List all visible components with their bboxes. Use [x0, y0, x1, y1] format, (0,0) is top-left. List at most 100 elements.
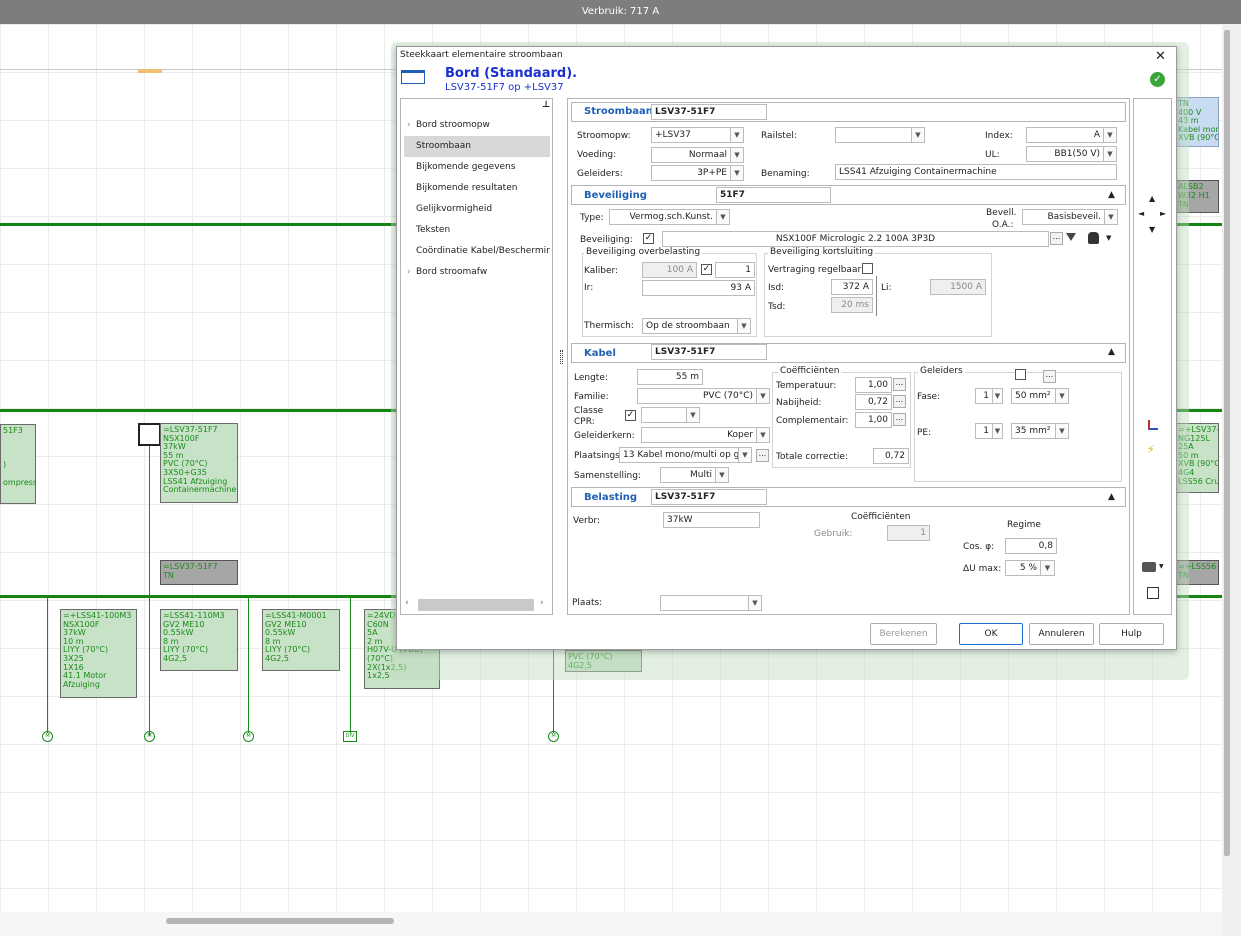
circuit-box[interactable]: =LSV37-51F7 TN — [160, 560, 238, 585]
cpr-checkbox[interactable]: ✓ — [625, 410, 636, 421]
beveiliging-checkbox[interactable]: ✓ — [643, 233, 654, 244]
more-button[interactable]: ... — [1043, 370, 1056, 383]
index-select[interactable]: A — [1026, 127, 1104, 143]
bevoa-select[interactable]: Basisbeveil. — [1022, 209, 1105, 225]
plaats-select[interactable] — [660, 595, 749, 611]
geleiders-select[interactable]: 3P+PE — [651, 165, 731, 181]
circuit-box[interactable]: 51F3 ) ompresso — [0, 424, 36, 504]
nav-bord-stroomafw[interactable]: Bord stroomafw — [404, 262, 550, 283]
pin-icon[interactable]: ⊥ — [542, 100, 550, 110]
temp-field[interactable]: 1,00 — [855, 377, 892, 393]
horizontal-scrollbar[interactable] — [0, 912, 1222, 936]
type-select[interactable]: Vermog.sch.Kunst. — [609, 209, 717, 225]
pe-count[interactable]: 1 — [975, 423, 993, 439]
ok-button[interactable]: OK — [959, 623, 1023, 645]
motor-icon[interactable]: M — [243, 731, 254, 742]
arrow-right-icon[interactable]: ► — [1160, 209, 1166, 218]
collapse-icon[interactable]: ▲ — [1108, 347, 1115, 357]
isd-field[interactable]: 372 A — [831, 279, 873, 295]
motor-icon[interactable]: M — [548, 731, 559, 742]
nav-bijkomende-resultaten[interactable]: Bijkomende resultaten — [404, 178, 550, 199]
nav-bijkomende-gegevens[interactable]: Bijkomende gegevens — [404, 157, 550, 178]
familie-select[interactable]: PVC (70°C) — [637, 388, 757, 404]
nav-coordinatie[interactable]: Coördinatie Kabel/Bescherming — [404, 241, 550, 262]
spinner-icon[interactable]: ▼ — [1041, 560, 1055, 576]
totaal-field[interactable]: 0,72 — [873, 448, 909, 464]
berekenen-button[interactable]: Berekenen — [870, 623, 937, 645]
chevron-down-icon[interactable]: ▼ — [1106, 234, 1111, 242]
spinner-icon[interactable]: ▼ — [993, 388, 1003, 404]
tsd-field[interactable]: 20 ms — [831, 297, 873, 313]
splitter-handle[interactable] — [560, 350, 563, 364]
motor-icon[interactable]: M — [144, 731, 155, 742]
beveiliging-device-field[interactable]: NSX100F Micrologic 2.2 100A 3P3D — [662, 231, 1049, 247]
kabel-name-field[interactable]: LSV37-51F7 — [651, 344, 767, 360]
arrow-down-icon[interactable]: ▼ — [1149, 225, 1155, 234]
more-button[interactable]: ... — [1050, 232, 1063, 245]
nav-scroll-thumb[interactable] — [418, 599, 534, 611]
more-button[interactable]: ... — [756, 449, 769, 462]
nav-stroombaan[interactable]: Stroombaan — [404, 136, 550, 157]
circuit-box[interactable]: =LSS41-110M3 GV2 ME10 0.55kW 8 m LIYY (7… — [160, 609, 238, 671]
fase-select[interactable]: 50 mm² — [1011, 388, 1056, 404]
chevron-down-icon[interactable]: ▼ — [687, 407, 700, 423]
arrow-up-icon[interactable]: ▲ — [1149, 194, 1155, 203]
close-icon[interactable]: ✕ — [1155, 49, 1166, 64]
voeding-select[interactable]: Normaal — [651, 147, 731, 163]
plaatsing-select[interactable]: 13 Kabel mono/multi op g — [619, 447, 739, 463]
chevron-down-icon[interactable]: ▼ — [749, 595, 762, 611]
nav-gelijkvormigheid[interactable]: Gelijkvormigheid — [404, 199, 550, 220]
chevron-down-icon[interactable]: ▼ — [1159, 563, 1164, 570]
horizontal-scroll-thumb[interactable] — [166, 918, 394, 924]
kaliber-count-field[interactable]: 1 — [715, 262, 755, 278]
chevron-down-icon[interactable]: ▼ — [731, 147, 744, 163]
railstel-select[interactable] — [835, 127, 912, 143]
chart-icon[interactable] — [1148, 420, 1158, 430]
div-icon[interactable]: DIV — [343, 731, 357, 742]
geleiders-checkbox[interactable] — [1015, 369, 1026, 380]
arrow-left-icon[interactable]: ◄ — [1138, 209, 1144, 218]
chevron-down-icon[interactable]: ▼ — [757, 427, 770, 443]
circuit-box[interactable]: =LSS41-M0001 GV2 ME10 0.55kW 8 m LIYY (7… — [262, 609, 340, 671]
geleiderkern-select[interactable]: Koper — [641, 427, 757, 443]
print-icon[interactable] — [1142, 562, 1156, 572]
motor-icon[interactable]: M — [42, 731, 53, 742]
vertraging-checkbox[interactable] — [862, 263, 873, 274]
pe-select[interactable]: 35 mm² — [1011, 423, 1056, 439]
fase-count[interactable]: 1 — [975, 388, 993, 404]
kaliber-field[interactable]: 100 A — [642, 262, 697, 278]
circuit-box[interactable]: =+LSS41-100M3 NSX100F 37kW 10 m LIYY (70… — [60, 609, 137, 698]
ir-field[interactable]: 93 A — [642, 280, 755, 296]
belasting-name-field[interactable]: LSV37-51F7 — [651, 489, 767, 505]
more-button[interactable]: ... — [893, 395, 906, 408]
circuit-box[interactable]: =LSV37-51F7 NSX100F 37kW 55 m PVC (70°C)… — [160, 423, 238, 503]
chevron-down-icon[interactable]: ▼ — [912, 127, 925, 143]
vertical-scroll-thumb[interactable] — [1224, 30, 1230, 856]
collapse-icon[interactable]: ▲ — [1108, 492, 1115, 502]
verbr-field[interactable]: 37kW — [663, 512, 760, 528]
samenstelling-select[interactable]: Multi — [660, 467, 716, 483]
chevron-down-icon[interactable]: ▼ — [1105, 209, 1118, 225]
lengte-field[interactable]: 55 m — [637, 369, 703, 385]
export-icon[interactable] — [1147, 587, 1159, 599]
li-field[interactable]: 1500 A — [930, 279, 986, 295]
stroomopw-select[interactable]: +LSV37 — [651, 127, 731, 143]
filter-icon[interactable] — [1066, 233, 1076, 243]
nab-field[interactable]: 0,72 — [855, 394, 892, 410]
cos-field[interactable]: 0,8 — [1005, 538, 1057, 554]
collapse-icon[interactable]: ▲ — [1108, 190, 1115, 200]
chevron-down-icon[interactable]: ▼ — [757, 388, 770, 404]
annuleren-button[interactable]: Annuleren — [1029, 623, 1094, 645]
chevron-down-icon[interactable]: ▼ — [731, 127, 744, 143]
lightning-icon[interactable]: ⚡ — [1147, 443, 1155, 456]
spinner-icon[interactable]: ▼ — [993, 423, 1003, 439]
chevron-right-icon[interactable]: › — [540, 598, 544, 608]
chevron-down-icon[interactable]: ▼ — [716, 467, 729, 483]
chevron-down-icon[interactable]: ▼ — [1056, 423, 1069, 439]
chevron-down-icon[interactable]: ▼ — [1056, 388, 1069, 404]
nav-teksten[interactable]: Teksten — [404, 220, 550, 241]
hulp-button[interactable]: Hulp — [1099, 623, 1164, 645]
nav-bord-stroomopw[interactable]: Bord stroomopw — [404, 115, 550, 136]
ul-select[interactable]: BB1(50 V) — [1026, 146, 1104, 162]
chevron-down-icon[interactable]: ▼ — [738, 318, 751, 334]
